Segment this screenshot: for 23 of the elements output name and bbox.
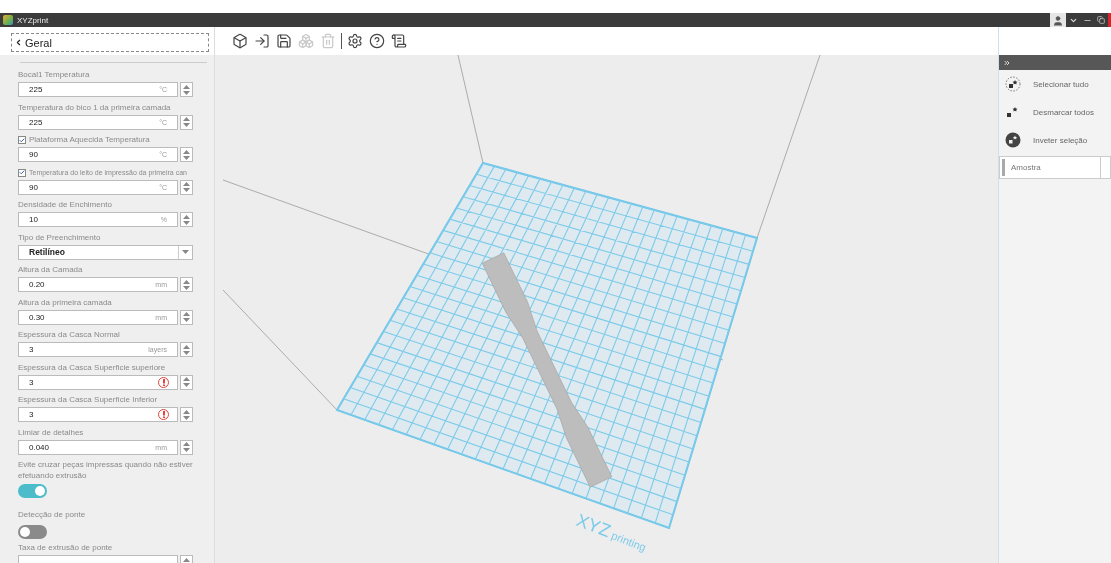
number-field[interactable]: 3	[18, 407, 178, 422]
setting-label: Altura da primeira camada	[18, 296, 113, 309]
number-field[interactable]: 3	[18, 374, 178, 390]
setting-label: Evite cruzar peças impressas quando não estiver efetuando extrusão	[18, 459, 194, 481]
setting-label: Limiar de detalhes	[18, 426, 85, 439]
selection-action[interactable]: Desmarcar todos	[999, 98, 1111, 126]
object-row[interactable]: Amostra	[999, 156, 1111, 179]
setting-label: Temperatura do bico 1 da primeira camada	[18, 101, 172, 114]
setting-label: Espessura da Casca Superficie superiore	[18, 361, 167, 374]
back-button[interactable]: Geral	[11, 33, 209, 52]
selection-action[interactable]: Selecionar tudo	[999, 70, 1111, 98]
setting-label: Bocal1 Temperatura	[18, 69, 91, 81]
setting-label: Densidade de Enchimento	[18, 199, 113, 211]
setting-label: Tipo de Preenchimento	[18, 231, 102, 244]
setting-label: Detecção de ponte	[18, 509, 87, 521]
window-title: XYZprint	[17, 15, 50, 25]
setting-label: Taxa de extrusão de ponte	[18, 542, 114, 554]
dropdown[interactable]: Retilíneo	[18, 244, 193, 260]
setting-label: Espessura da Casca Superfície Inferior	[18, 394, 159, 406]
setting-label: Espessura da Casca Normal	[18, 329, 121, 341]
setting-label: Altura da Camada	[18, 264, 84, 276]
setting-label: Plataforma Aquecida Temperatura	[29, 134, 150, 146]
selection-action[interactable]: Inveter seleção	[999, 126, 1111, 154]
